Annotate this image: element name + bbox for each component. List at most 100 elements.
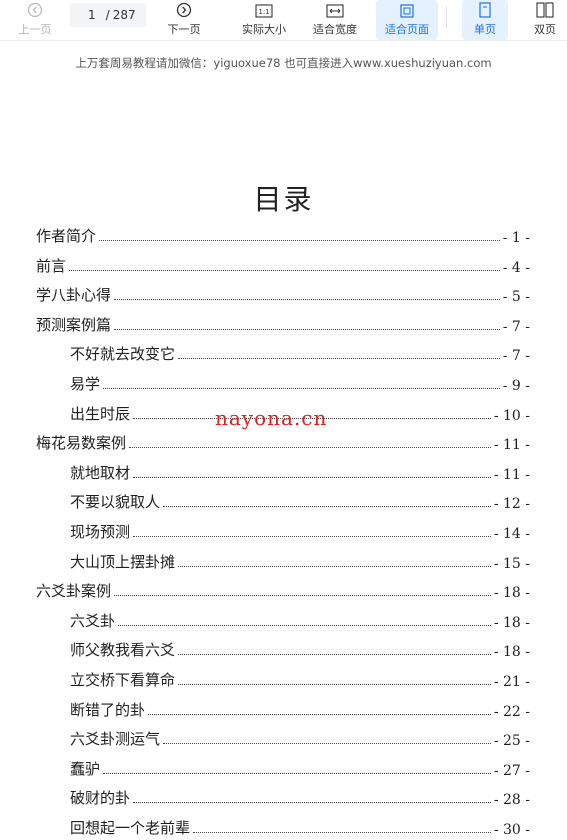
double-page-icon (536, 0, 554, 18)
toc-entry[interactable]: 就地取材 - 11 - (70, 461, 530, 483)
toolbar-divider (446, 6, 447, 28)
actual-size-button[interactable]: 1:1 实际大小 (234, 0, 294, 40)
fit-page-label: 适合页面 (385, 23, 429, 36)
fit-page-icon (399, 0, 415, 18)
toc-entry[interactable]: 立交桥下看算命 - 21 - (70, 668, 530, 690)
toc-entry-title: 大山顶上摆卦摊 (70, 552, 176, 571)
toc-entry-page: - 7 - (502, 348, 530, 365)
next-page-button[interactable]: 下一页 (160, 0, 208, 40)
double-page-button[interactable]: 双页 (524, 0, 566, 40)
toc-entry-page: - 28 - (493, 792, 530, 809)
toc-entry-title: 六爻卦案例 (36, 582, 112, 601)
toc-entry-title: 前言 (36, 256, 67, 275)
toc-entry-title: 不好就去改变它 (70, 345, 176, 364)
toc-leader-dots (178, 565, 491, 567)
toc-leader-dots (69, 269, 500, 271)
fit-width-label: 适合宽度 (313, 23, 357, 36)
toc-leader-dots (178, 653, 491, 656)
chevron-left-circle-icon (27, 0, 43, 18)
fit-page-button[interactable]: 适合页面 (376, 0, 438, 40)
toc-leader-dots (118, 624, 491, 626)
watermark: nayona.cn (215, 406, 328, 430)
single-page-label: 单页 (474, 23, 496, 36)
toc-entry-page: - 18 - (493, 644, 530, 661)
toc-entry-page: - 30 - (493, 822, 530, 838)
contact-notice: 上万套周易教程请加微信：yiguoxue78 也可直接进入www.xueshuz… (75, 56, 492, 70)
toc-entry-title: 蠢驴 (70, 759, 101, 778)
toc-entry-title: 六爻卦 (70, 611, 116, 630)
toc-entry[interactable]: 作者简介 - 1 - (36, 224, 530, 246)
single-page-button[interactable]: 单页 (462, 0, 508, 40)
toc-entry-page: - 5 - (502, 289, 530, 306)
toc-entry[interactable]: 蠢驴 - 27 - (70, 757, 530, 779)
toc-entry-title: 现场预测 (70, 523, 131, 541)
toc-leader-dots (103, 772, 491, 774)
toc-entry[interactable]: 不好就去改变它 - 7 - (70, 342, 530, 364)
double-page-label: 双页 (534, 23, 556, 36)
prev-page-button[interactable]: 上一页 (12, 0, 58, 40)
toc-entry-page: - 25 - (493, 733, 530, 750)
toc-entry[interactable]: 大山顶上摆卦摊 - 15 - (70, 550, 530, 572)
toc-leader-dots (148, 713, 491, 715)
toc-leader-dots (163, 742, 491, 745)
toc-entry-title: 不要以貌取人 (70, 493, 161, 512)
toc-entry-title: 学八卦心得 (36, 286, 112, 305)
toc-entry-title: 就地取材 (70, 463, 131, 482)
toc-entry-page: - 10 - (493, 407, 530, 424)
toc-leader-dots (114, 298, 500, 301)
toc-entry[interactable]: 断错了的卦 - 22 - (70, 698, 530, 720)
toc-leader-dots (103, 387, 500, 389)
toc-entry-page: - 7 - (502, 318, 530, 335)
toc-entry-page: - 18 - (493, 614, 530, 631)
toc-entry[interactable]: 学八卦心得 - 5 - (36, 283, 530, 305)
toc-entry[interactable]: 破财的卦 - 28 - (70, 786, 530, 808)
fit-width-button[interactable]: 适合宽度 (306, 0, 364, 40)
toc-leader-dots (163, 505, 491, 508)
fit-width-icon (326, 0, 344, 18)
toc-entry-title: 出生时辰 (70, 404, 131, 423)
toc-entry-page: - 21 - (493, 674, 530, 690)
single-page-icon (478, 0, 492, 18)
chevron-right-circle-icon (176, 0, 192, 18)
toc-leader-dots (193, 831, 491, 833)
toc-entry[interactable]: 梅花易数案例 - 11 - (36, 431, 530, 453)
toc-leader-dots (178, 683, 491, 685)
page-separator: / (105, 8, 110, 22)
toc-entry-page: - 11 - (493, 466, 530, 483)
page-number-field[interactable]: 1 / 287 (70, 3, 146, 27)
toc-entry[interactable]: 六爻卦案例 - 18 - (36, 579, 530, 601)
toc-entry[interactable]: 现场预测 - 14 - (70, 520, 530, 542)
toc-entry-title: 破财的卦 (70, 789, 131, 808)
actual-size-label: 实际大小 (242, 23, 286, 36)
toc-entry-page: - 9 - (502, 378, 530, 394)
toc-entry[interactable]: 师父教我看六爻 - 18 - (70, 638, 530, 660)
toc-entry-page: - 11 - (493, 437, 530, 454)
toc-entry[interactable]: 预测案例篇 - 7 - (36, 313, 530, 335)
toc-entry-title: 立交桥下看算命 (70, 671, 176, 689)
toc-leader-dots (133, 535, 491, 537)
toc-entry[interactable]: 前言 - 4 - (36, 254, 530, 276)
toc-entry-page: - 22 - (493, 703, 530, 720)
toc-entry-title: 断错了的卦 (70, 700, 146, 719)
svg-text:1:1: 1:1 (258, 8, 269, 16)
toc-entry-page: - 27 - (493, 762, 530, 779)
toc-entry[interactable]: 六爻卦 - 18 - (70, 609, 530, 631)
page-current-input[interactable]: 1 (88, 8, 96, 22)
toc-entry-title: 师父教我看六爻 (70, 641, 176, 660)
page-total: 287 (112, 8, 136, 22)
toc-entry[interactable]: 回想起一个老前辈 - 30 - (70, 816, 530, 838)
toc-entry[interactable]: 六爻卦测运气 - 25 - (70, 727, 530, 749)
toc-entry[interactable]: 易学 - 9 - (70, 372, 530, 394)
prev-page-label: 上一页 (18, 23, 52, 36)
toc-entry[interactable]: 不要以貌取人 - 12 - (70, 490, 530, 512)
toc-entry-page: - 14 - (493, 526, 530, 542)
toc-leader-dots (99, 239, 500, 241)
page-title: 目录 (253, 183, 314, 216)
toc-leader-dots (129, 446, 491, 449)
toc-entry-page: - 15 - (493, 555, 530, 572)
toc-entry-page: - 1 - (502, 230, 530, 246)
next-page-label: 下一页 (167, 23, 201, 36)
actual-size-icon: 1:1 (255, 0, 273, 18)
toc-entry-title: 作者简介 (36, 227, 97, 245)
viewer-toolbar: 上一页 1 / 287 下一页 1:1 实际大小 适合宽度 适合页面 单页 双页 (0, 0, 567, 41)
